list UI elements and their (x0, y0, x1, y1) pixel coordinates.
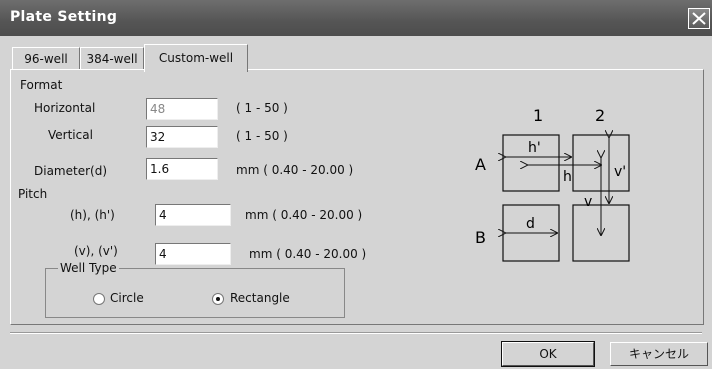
close-button[interactable] (688, 8, 710, 29)
window-title: Plate Setting (10, 9, 118, 25)
tab-panel (10, 69, 704, 325)
close-icon (692, 12, 706, 25)
bottom-separator (10, 332, 702, 334)
tab-384-well[interactable]: 384-well (80, 47, 144, 70)
cancel-button[interactable]: キャンセル (610, 342, 708, 366)
ok-button[interactable]: OK (501, 341, 595, 367)
tab-custom-well[interactable]: Custom-well (144, 44, 248, 72)
tab-96-well[interactable]: 96-well (12, 47, 80, 70)
title-bar: Plate Setting (0, 0, 712, 36)
